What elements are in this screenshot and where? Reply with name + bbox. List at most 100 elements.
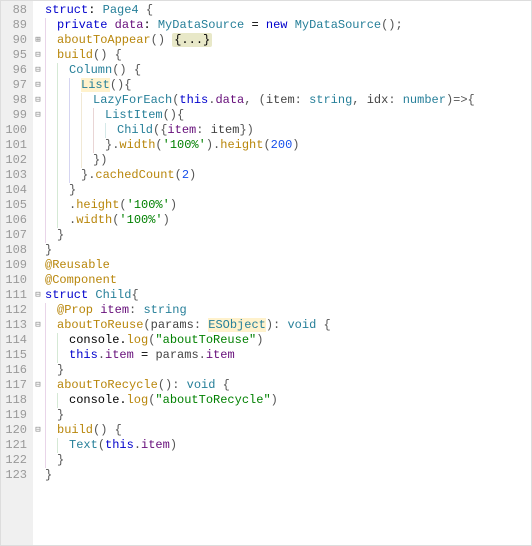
line-number-gutter: 8889909596979899100101102103104105106107… [1,1,33,545]
indent-guides [45,408,57,423]
fold-expand-icon[interactable]: ⊞ [33,33,43,48]
line-number: 116 [5,363,27,378]
code-text: Column() { [69,63,141,78]
code-text: aboutToAppear() {...} [57,33,212,48]
line-number: 120 [5,423,27,438]
indent-guides [45,438,69,453]
code-line[interactable]: ⊟aboutToReuse(params: ESObject): void { [33,318,531,333]
indent-guides [45,393,69,408]
line-number: 96 [5,63,27,78]
code-line[interactable]: }.cachedCount(2) [33,168,531,183]
code-line[interactable]: }.width('100%').height(200) [33,138,531,153]
code-text: } [57,408,64,423]
fold-collapse-icon[interactable]: ⊟ [33,93,43,108]
code-line[interactable]: ⊟ build() { [33,48,531,63]
code-line[interactable]: Text(this.item) [33,438,531,453]
code-text: }.width('100%').height(200) [105,138,299,153]
line-number: 89 [5,18,27,33]
fold-collapse-icon[interactable]: ⊟ [33,423,43,438]
code-line[interactable]: ⊞ aboutToAppear() {...} [33,33,531,48]
code-line[interactable]: this.item = params.item [33,348,531,363]
code-line[interactable]: }) [33,153,531,168]
code-line[interactable]: ⊟ Column() { [33,63,531,78]
code-editor-content[interactable]: struct: Page4 {private data: MyDataSourc… [33,1,531,545]
code-text: }.cachedCount(2) [81,168,196,183]
fold-collapse-icon[interactable]: ⊟ [33,63,43,78]
code-line[interactable]: .height('100%') [33,198,531,213]
line-number: 105 [5,198,27,213]
code-line[interactable]: @Reusable [33,258,531,273]
code-line[interactable]: } [33,228,531,243]
code-line[interactable]: ⊟ aboutToRecycle(): void { [33,378,531,393]
code-text: console.log("aboutToRecycle") [69,393,278,408]
indent-guides [45,318,57,333]
code-line[interactable]: ⊟ LazyForEach(this.data, (item: string, i… [33,93,531,108]
code-text: @Reusable [45,258,110,273]
indent-guides [45,33,57,48]
code-text: Text(this.item) [69,438,177,453]
line-number: 112 [5,303,27,318]
code-line[interactable]: ⊟build() { [33,423,531,438]
code-text: List(){ [81,78,131,93]
line-number: 98 [5,93,27,108]
indent-guides [45,228,57,243]
code-line[interactable]: .width('100%') [33,213,531,228]
line-number: 97 [5,78,27,93]
line-number: 107 [5,228,27,243]
code-text: private data: MyDataSource = new MyDataS… [57,18,403,33]
fold-collapse-icon[interactable]: ⊟ [33,78,43,93]
fold-collapse-icon[interactable]: ⊟ [33,288,43,303]
code-line[interactable]: console.log("aboutToReuse") [33,333,531,348]
code-line[interactable]: } [33,183,531,198]
line-number: 114 [5,333,27,348]
indent-guides [45,18,57,33]
line-number: 100 [5,123,27,138]
line-number: 99 [5,108,27,123]
fold-collapse-icon[interactable]: ⊟ [33,108,43,123]
indent-guides [45,303,57,318]
code-line[interactable]: ⊟ List(){ [33,78,531,93]
code-text: Child({item: item}) [117,123,254,138]
code-line[interactable]: struct: Page4 { [33,3,531,18]
code-line[interactable]: } [33,408,531,423]
code-line[interactable]: } [33,243,531,258]
code-line[interactable]: private data: MyDataSource = new MyDataS… [33,18,531,33]
code-text: .height('100%') [69,198,177,213]
code-text: build() { [57,48,122,63]
indent-guides [45,453,57,468]
line-number: 121 [5,438,27,453]
fold-collapse-icon[interactable]: ⊟ [33,48,43,63]
code-line[interactable]: ⊟struct Child{ [33,288,531,303]
line-number: 101 [5,138,27,153]
code-line[interactable]: } [33,363,531,378]
code-line[interactable]: } [33,468,531,483]
indent-guides [45,423,57,438]
indent-guides [45,333,69,348]
indent-guides [45,213,69,228]
code-text: this.item = params.item [69,348,235,363]
code-line[interactable]: Child({item: item}) [33,123,531,138]
code-line[interactable]: @Component [33,273,531,288]
fold-collapse-icon[interactable]: ⊟ [33,378,43,393]
fold-collapse-icon[interactable]: ⊟ [33,318,43,333]
code-line[interactable]: @Prop item: string [33,303,531,318]
code-text: LazyForEach(this.data, (item: string, id… [93,93,475,108]
code-text: struct: Page4 { [45,3,153,18]
line-number: 103 [5,168,27,183]
code-text: aboutToRecycle(): void { [57,378,230,393]
line-number: 111 [5,288,27,303]
code-text: } [57,453,64,468]
indent-guides [45,108,105,123]
indent-guides [45,198,69,213]
code-line[interactable]: } [33,453,531,468]
indent-guides [45,183,69,198]
code-text: } [45,468,52,483]
code-line[interactable]: console.log("aboutToRecycle") [33,393,531,408]
code-text: @Component [45,273,117,288]
indent-guides [45,348,69,363]
code-text: console.log("aboutToReuse") [69,333,263,348]
code-text: } [57,228,64,243]
line-number: 88 [5,3,27,18]
line-number: 115 [5,348,27,363]
code-line[interactable]: ⊟ListItem(){ [33,108,531,123]
